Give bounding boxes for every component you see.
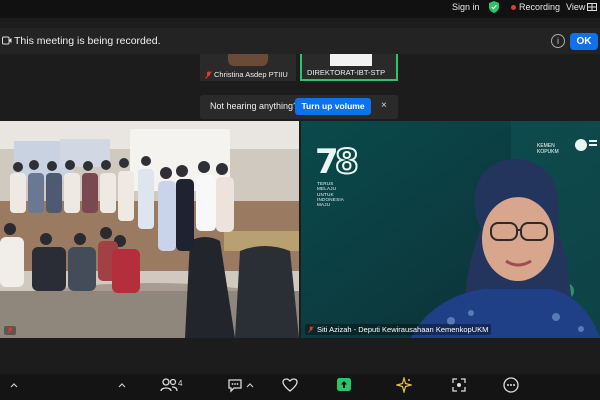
participant-thumbnail[interactable]: Christina Asdep PTIIU [200,54,296,81]
view-menu[interactable]: View [566,2,598,12]
heart-icon [282,378,298,392]
recording-banner: This meeting is being recorded. i OK [0,28,600,54]
tagline-line: MAJU [317,202,331,208]
recording-label: Recording [519,2,561,12]
anniversary-78-logo: 7 8 [315,141,360,183]
asean-logo-icon [575,139,597,151]
chevron-up-icon[interactable] [246,382,254,388]
participants-icon [160,378,178,392]
shield-icon[interactable] [489,1,499,13]
participant-video-image [330,54,372,66]
close-icon[interactable]: × [381,100,387,111]
recording-camera-icon [2,36,12,45]
meeting-toolbar: 4 [0,374,600,400]
participant-name: Christina Asdep PTIIU [214,70,288,79]
participant-video-image [228,54,268,66]
apps-icon [452,378,466,392]
room-video-image [0,121,299,338]
tagline-text: TERUS MELAJU UNTUK INDONESIA MAJU [317,181,344,207]
zoom-meeting-window: Sign in Recording View This meeting is b… [0,0,600,400]
video-tile-speaker[interactable]: 7 8 TERUS MELAJU UNTUK INDONESIA MAJU KE… [301,121,600,338]
participant-name-label: Christina Asdep PTIIU [205,70,288,79]
turn-up-volume-button[interactable]: Turn up volume [295,98,371,115]
video-tile-room[interactable] [0,121,299,338]
view-grid-icon [587,3,598,11]
chevron-up-icon[interactable] [10,382,18,388]
record-dot-icon [511,4,516,10]
speaker-name: Siti Azizah - Deputi Kewirausahaan Kemen… [317,325,489,334]
recording-indicator[interactable]: Recording [511,2,560,12]
top-bar: Sign in Recording View [0,0,600,18]
ok-button[interactable]: OK [570,33,598,50]
chat-button[interactable] [227,377,243,393]
recording-banner-text: This meeting is being recorded. [14,35,161,47]
kemenkop-logo-text: KEMEN KOPUKM [537,143,559,155]
participant-name: DIREKTORAT-IBT-STP [307,68,386,77]
sparkle-icon [396,377,412,393]
sign-in-link[interactable]: Sign in [452,2,480,12]
ai-companion-button[interactable] [396,377,412,393]
audio-toast: Not hearing anything? Turn up volume × [200,95,398,119]
participants-count: 4 [178,379,183,388]
view-label: View [566,2,586,12]
share-screen-button[interactable] [336,377,352,393]
participant-thumbnail-active[interactable]: DIREKTORAT-IBT-STP [300,54,398,81]
share-screen-icon [337,378,351,391]
reactions-button[interactable] [282,377,298,393]
more-icon [503,377,519,393]
more-button[interactable] [503,377,519,393]
svg-text:8: 8 [335,142,359,182]
participant-name-label: DIREKTORAT-IBT-STP [307,68,385,77]
apps-button[interactable] [451,377,467,393]
chevron-up-icon[interactable] [118,382,126,388]
room-name-label [4,326,16,335]
mic-muted-icon [308,326,314,333]
mic-muted-icon [7,327,13,334]
participants-button[interactable] [160,377,178,393]
toast-message: Not hearing anything? [210,101,299,111]
speaker-name-label: Siti Azizah - Deputi Kewirausahaan Kemen… [305,324,492,335]
sponsor-line: KOPUKM [537,149,559,155]
info-icon[interactable]: i [551,34,565,48]
mic-muted-icon [205,70,212,79]
chat-icon [228,379,242,393]
